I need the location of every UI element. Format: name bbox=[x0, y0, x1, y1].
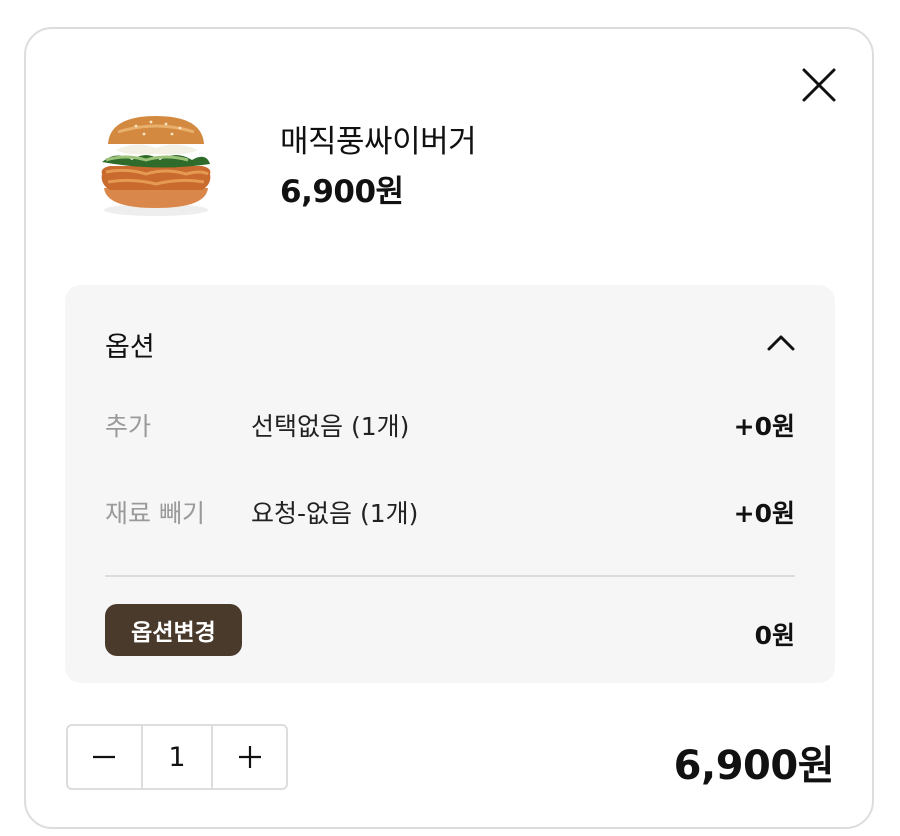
minus-icon bbox=[93, 755, 116, 759]
option-label: 재료 빼기 bbox=[105, 499, 205, 528]
option-label: 추가 bbox=[105, 412, 152, 441]
decrement-button[interactable] bbox=[68, 726, 141, 788]
divider bbox=[105, 575, 795, 577]
options-title: 옵션 bbox=[105, 332, 155, 363]
increment-button[interactable] bbox=[213, 726, 286, 788]
option-value: 선택없음 (1개) bbox=[251, 412, 410, 441]
quantity-stepper: 1 bbox=[66, 724, 288, 790]
product-name: 매직풍싸이버거 bbox=[280, 124, 477, 160]
burger-image bbox=[101, 116, 211, 216]
option-row-remove-ingredients: 재료 빼기 요청-없음 (1개) +0원 bbox=[105, 494, 795, 534]
product-price: 6,900원 bbox=[280, 174, 404, 210]
plus-icon bbox=[238, 746, 261, 768]
change-options-button[interactable]: 옵션변경 bbox=[105, 604, 242, 656]
options-panel: 옵션 추가 선택없음 (1개) +0원 재료 빼기 요청-없음 (1개) +0원… bbox=[65, 285, 835, 683]
close-icon[interactable] bbox=[800, 66, 838, 104]
option-price: +0원 bbox=[733, 412, 795, 441]
total-price: 6,900원 bbox=[673, 743, 835, 789]
option-row-add: 추가 선택없음 (1개) +0원 bbox=[105, 407, 795, 447]
quantity-value[interactable]: 1 bbox=[140, 726, 214, 788]
options-total: 0원 bbox=[754, 621, 795, 650]
chevron-up-icon[interactable] bbox=[765, 331, 797, 355]
option-price: +0원 bbox=[733, 499, 795, 528]
option-value: 요청-없음 (1개) bbox=[251, 499, 419, 528]
